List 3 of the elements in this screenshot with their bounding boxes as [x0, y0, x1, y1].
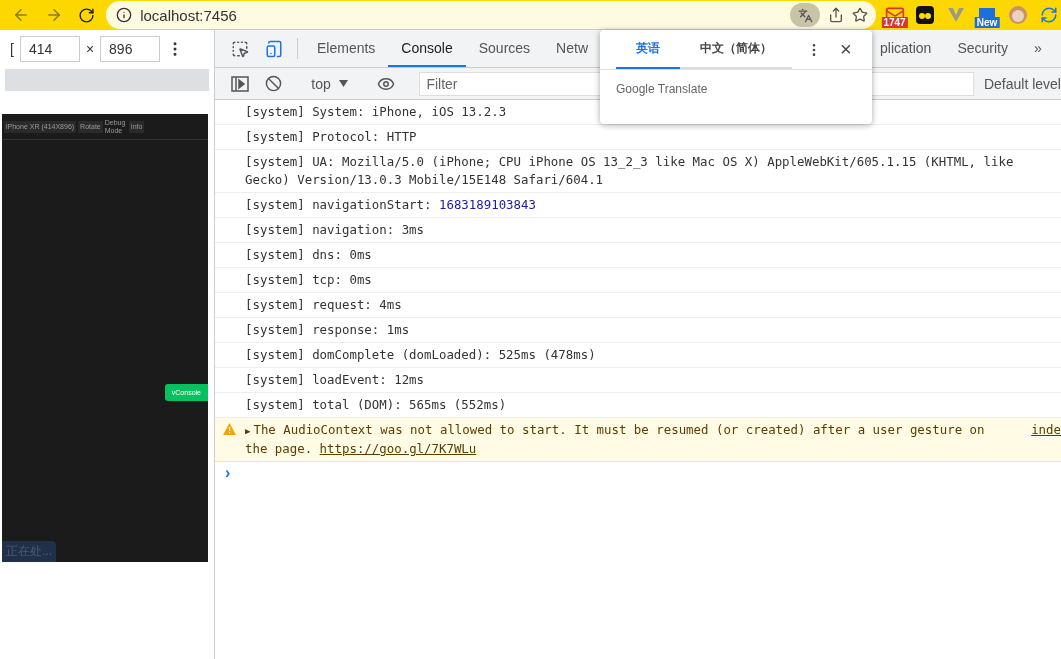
- toolbar-marker: [: [10, 41, 14, 57]
- console-warning: ▶ The AudioContext was not allowed to start. It must be resumed (or created) after a user gesture on the page. https://goo.gl/7K7WLu inde: [215, 418, 1061, 462]
- times-sign: ×: [85, 41, 95, 57]
